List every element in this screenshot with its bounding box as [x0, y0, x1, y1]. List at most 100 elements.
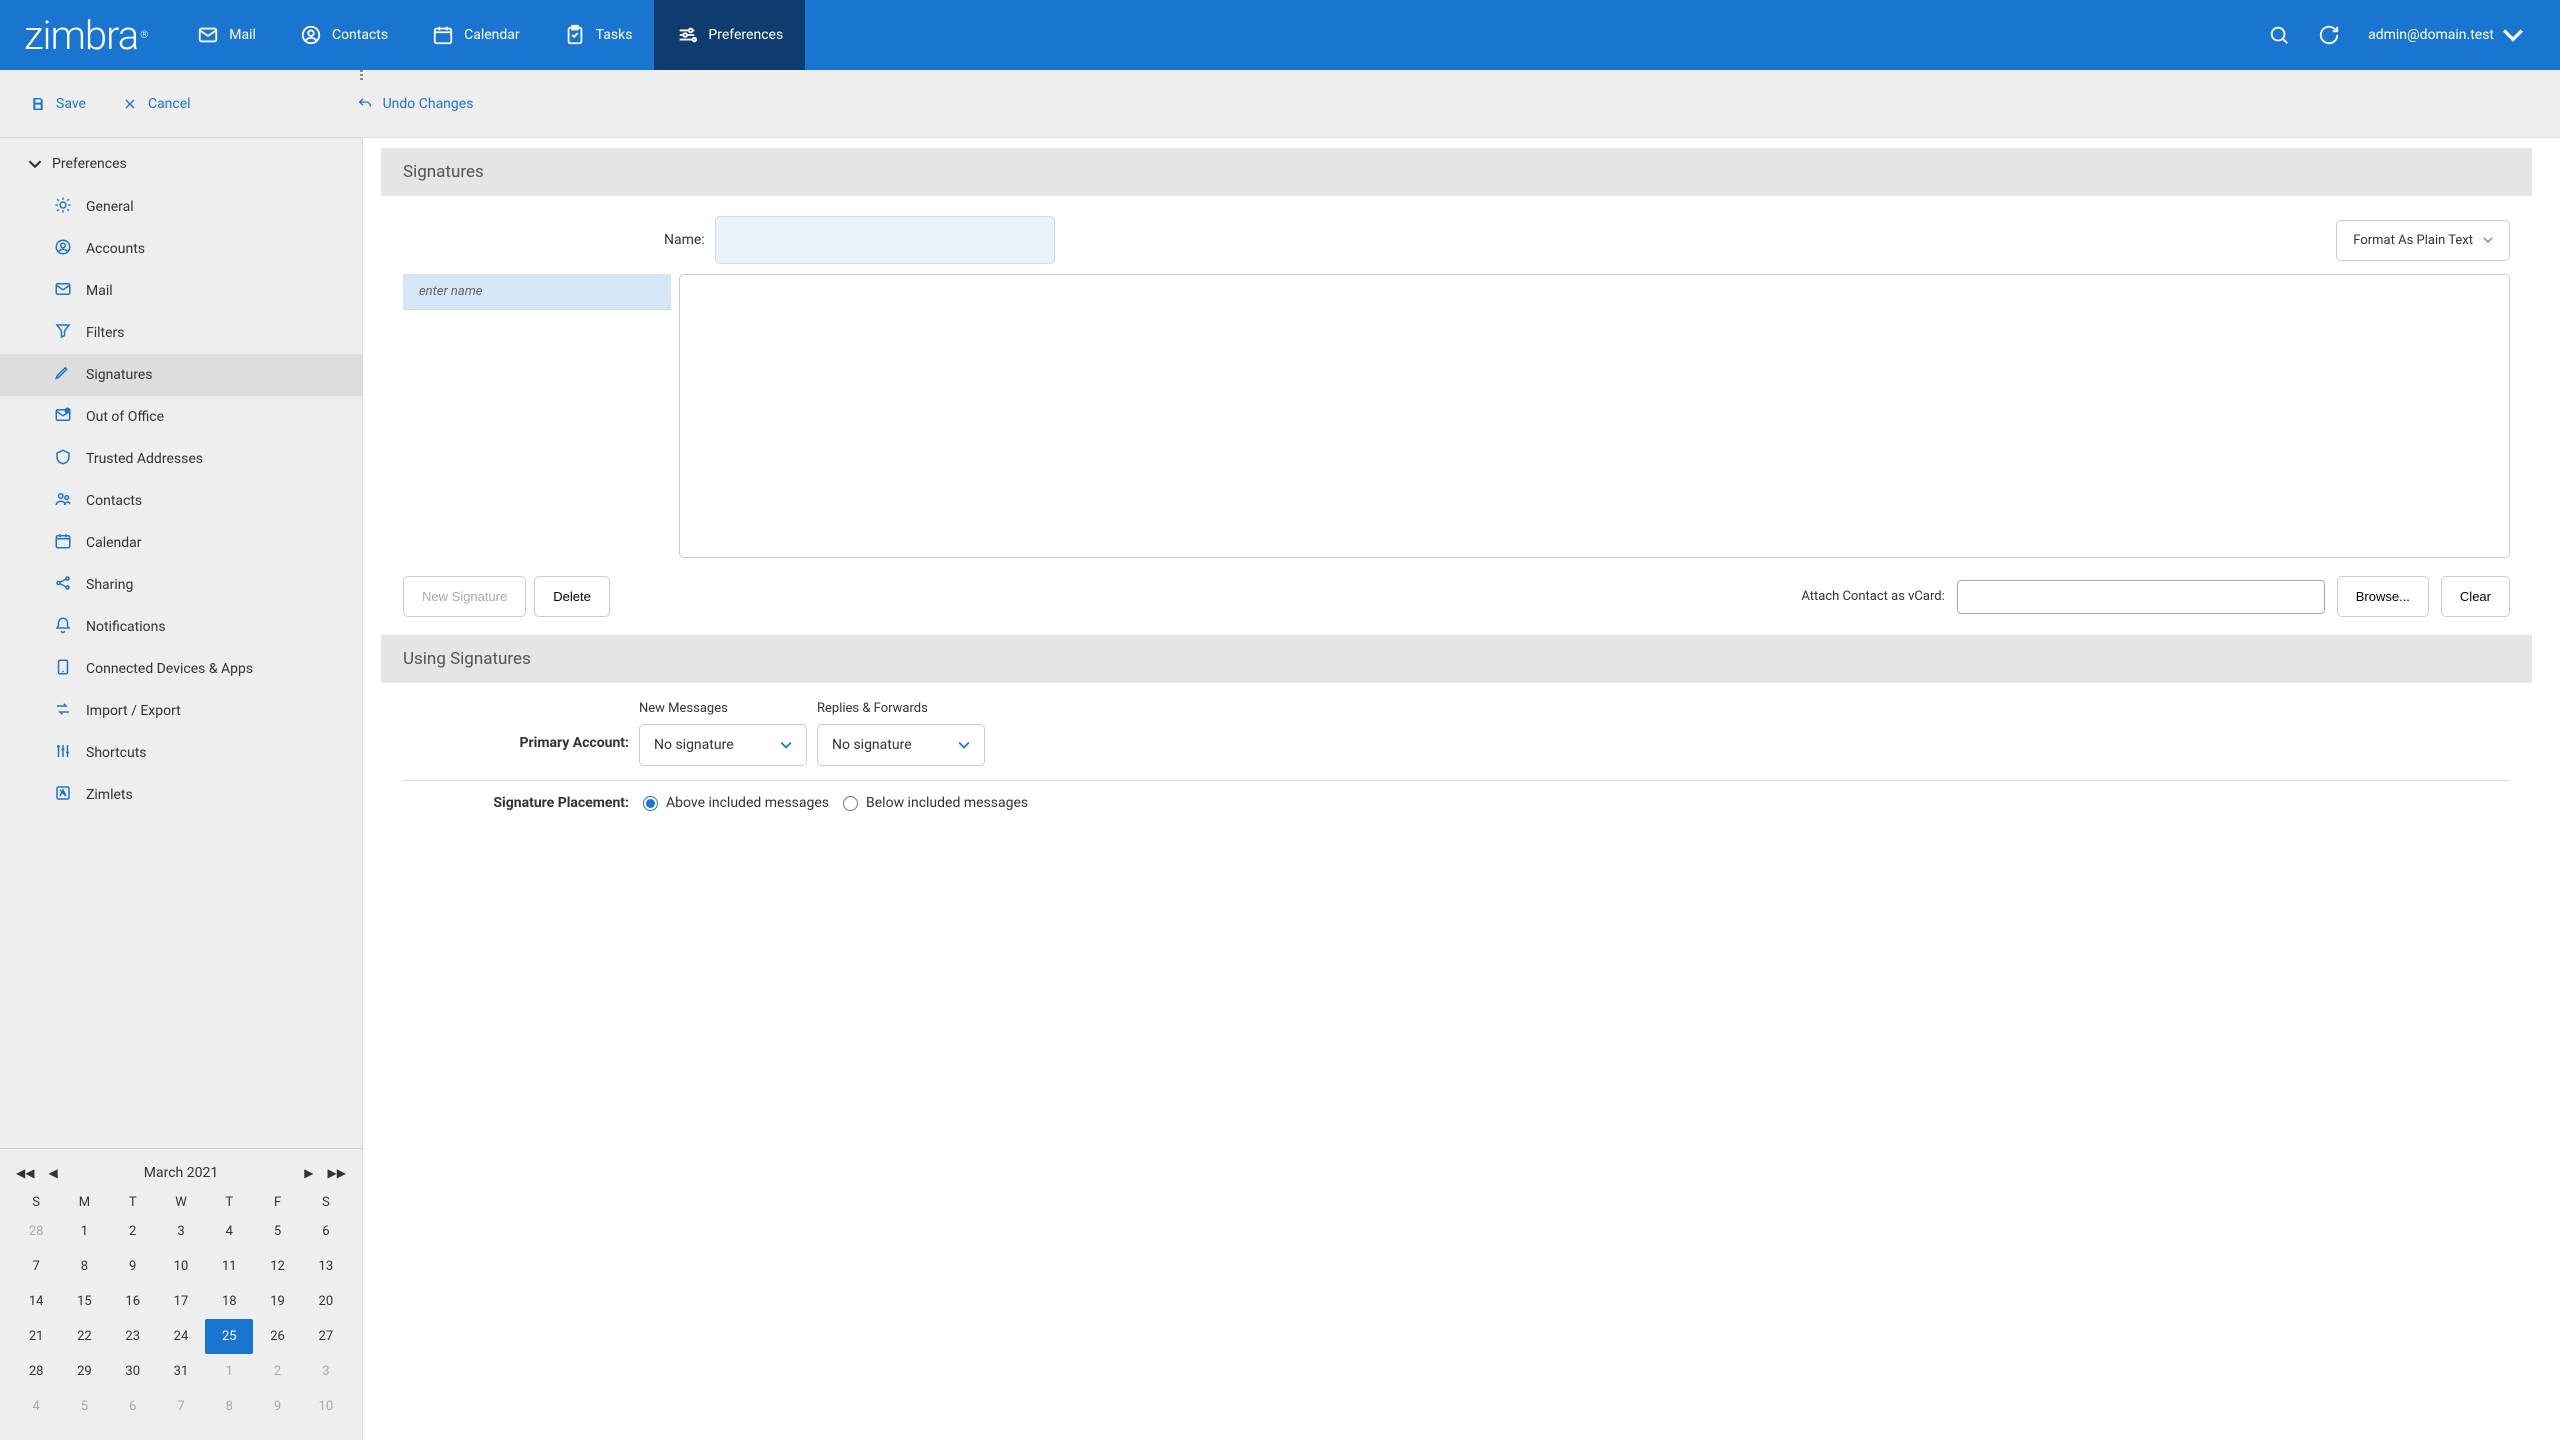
sidebar-item-accounts[interactable]: Accounts: [0, 228, 362, 270]
cal-day[interactable]: 10: [302, 1389, 350, 1424]
sidebar-item-import-export[interactable]: Import / Export: [0, 690, 362, 732]
cal-day[interactable]: 4: [205, 1214, 253, 1249]
tab-calendar[interactable]: Calendar: [410, 0, 542, 70]
cal-day[interactable]: 8: [205, 1389, 253, 1424]
signature-editor[interactable]: [679, 274, 2510, 558]
cal-day[interactable]: 27: [302, 1319, 350, 1354]
sidebar-item-notifications[interactable]: Notifications: [0, 606, 362, 648]
cancel-button[interactable]: Cancel: [122, 96, 191, 112]
cal-day[interactable]: 15: [60, 1284, 108, 1319]
close-icon: [122, 96, 138, 112]
cal-day[interactable]: 22: [60, 1319, 108, 1354]
cal-day[interactable]: 24: [157, 1319, 205, 1354]
cal-day[interactable]: 4: [12, 1389, 60, 1424]
cal-day[interactable]: 17: [157, 1284, 205, 1319]
format-dropdown[interactable]: Format As Plain Text: [2336, 220, 2510, 261]
logo[interactable]: zimbra®: [0, 0, 175, 70]
cal-day[interactable]: 28: [12, 1214, 60, 1249]
calendar-icon: [432, 24, 454, 46]
sidebar-header[interactable]: Preferences: [0, 138, 362, 186]
cal-prev-month[interactable]: ◀: [44, 1166, 61, 1180]
cal-day[interactable]: 6: [109, 1389, 157, 1424]
cal-day[interactable]: 26: [253, 1319, 301, 1354]
primary-account-row: Primary Account: New Messages No signatu…: [403, 701, 2510, 766]
cal-day[interactable]: 13: [302, 1249, 350, 1284]
cal-day[interactable]: 21: [12, 1319, 60, 1354]
cal-prev-year[interactable]: ◀◀: [12, 1166, 38, 1180]
sidebar-item-shortcuts[interactable]: Shortcuts: [0, 732, 362, 774]
sidebar-item-connected-devices-apps[interactable]: Connected Devices & Apps: [0, 648, 362, 690]
cal-day[interactable]: 14: [12, 1284, 60, 1319]
search-icon[interactable]: [2268, 24, 2290, 46]
cal-day[interactable]: 16: [109, 1284, 157, 1319]
cal-next-year[interactable]: ▶▶: [324, 1166, 350, 1180]
tab-contacts[interactable]: Contacts: [278, 0, 410, 70]
new-messages-select[interactable]: No signature: [639, 724, 807, 766]
clear-button[interactable]: Clear: [2441, 576, 2510, 617]
tab-mail[interactable]: Mail: [175, 0, 278, 70]
placement-below-radio[interactable]: [843, 796, 858, 811]
replies-select[interactable]: No signature: [817, 724, 985, 766]
cal-day[interactable]: 9: [253, 1389, 301, 1424]
sidebar-item-contacts[interactable]: Contacts: [0, 480, 362, 522]
cal-day[interactable]: 5: [253, 1214, 301, 1249]
cal-day[interactable]: 18: [205, 1284, 253, 1319]
cal-day[interactable]: 8: [60, 1249, 108, 1284]
sidebar-item-sharing[interactable]: Sharing: [0, 564, 362, 606]
cal-next-month[interactable]: ▶: [300, 1166, 317, 1180]
refresh-icon[interactable]: [2318, 24, 2340, 46]
cal-day[interactable]: 1: [60, 1214, 108, 1249]
user-menu[interactable]: admin@domain.test: [2368, 24, 2524, 46]
replies-value: No signature: [832, 737, 912, 753]
sidebar-item-general[interactable]: General: [0, 186, 362, 228]
cal-day[interactable]: 5: [60, 1389, 108, 1424]
sidebar-item-filters[interactable]: Filters: [0, 312, 362, 354]
cal-day[interactable]: 30: [109, 1354, 157, 1389]
cal-day[interactable]: 25: [205, 1319, 253, 1354]
calendar-icon: [54, 532, 72, 554]
placement-above-radio[interactable]: [643, 796, 658, 811]
cal-dow: T: [109, 1191, 157, 1214]
cal-day[interactable]: 23: [109, 1319, 157, 1354]
sidebar-item-zimlets[interactable]: Zimlets: [0, 774, 362, 816]
cal-day[interactable]: 1: [205, 1354, 253, 1389]
cal-day[interactable]: 2: [109, 1214, 157, 1249]
cal-day[interactable]: 19: [253, 1284, 301, 1319]
tab-preferences[interactable]: Preferences: [654, 0, 805, 70]
cal-day[interactable]: 10: [157, 1249, 205, 1284]
placement-above-option[interactable]: Above included messages: [643, 795, 829, 811]
cal-day[interactable]: 3: [157, 1214, 205, 1249]
zimlets-icon: [54, 784, 72, 806]
cal-dow: W: [157, 1191, 205, 1214]
browse-button[interactable]: Browse...: [2337, 576, 2429, 617]
tab-tasks[interactable]: Tasks: [542, 0, 655, 70]
sidebar-item-signatures[interactable]: Signatures: [0, 354, 362, 396]
signature-name-input[interactable]: [715, 216, 1055, 264]
cal-day[interactable]: 20: [302, 1284, 350, 1319]
cal-day[interactable]: 2: [253, 1354, 301, 1389]
cal-day[interactable]: 31: [157, 1354, 205, 1389]
cal-day[interactable]: 6: [302, 1214, 350, 1249]
cal-day[interactable]: 12: [253, 1249, 301, 1284]
sidebar-item-trusted-addresses[interactable]: Trusted Addresses: [0, 438, 362, 480]
sidebar-item-mail[interactable]: Mail: [0, 270, 362, 312]
signature-list: enter name: [403, 274, 671, 558]
cal-day[interactable]: 9: [109, 1249, 157, 1284]
cal-day[interactable]: 3: [302, 1354, 350, 1389]
delete-signature-button[interactable]: Delete: [534, 576, 610, 617]
cal-day[interactable]: 11: [205, 1249, 253, 1284]
cal-day[interactable]: 7: [12, 1249, 60, 1284]
save-button[interactable]: Save: [30, 96, 86, 112]
placement-below-option[interactable]: Below included messages: [843, 795, 1028, 811]
cal-day[interactable]: 7: [157, 1389, 205, 1424]
undo-button[interactable]: Undo Changes: [357, 96, 474, 112]
sidebar-item-calendar[interactable]: Calendar: [0, 522, 362, 564]
cal-day[interactable]: 28: [12, 1354, 60, 1389]
vcard-input[interactable]: [1957, 580, 2325, 614]
cal-day[interactable]: 29: [60, 1354, 108, 1389]
new-signature-button[interactable]: New Signature: [403, 576, 526, 617]
person-icon: [54, 238, 72, 260]
sidebar-item-out-of-office[interactable]: Out of Office: [0, 396, 362, 438]
signature-name-row: Name: Format As Plain Text: [381, 196, 2532, 274]
signature-list-item[interactable]: enter name: [403, 274, 671, 310]
